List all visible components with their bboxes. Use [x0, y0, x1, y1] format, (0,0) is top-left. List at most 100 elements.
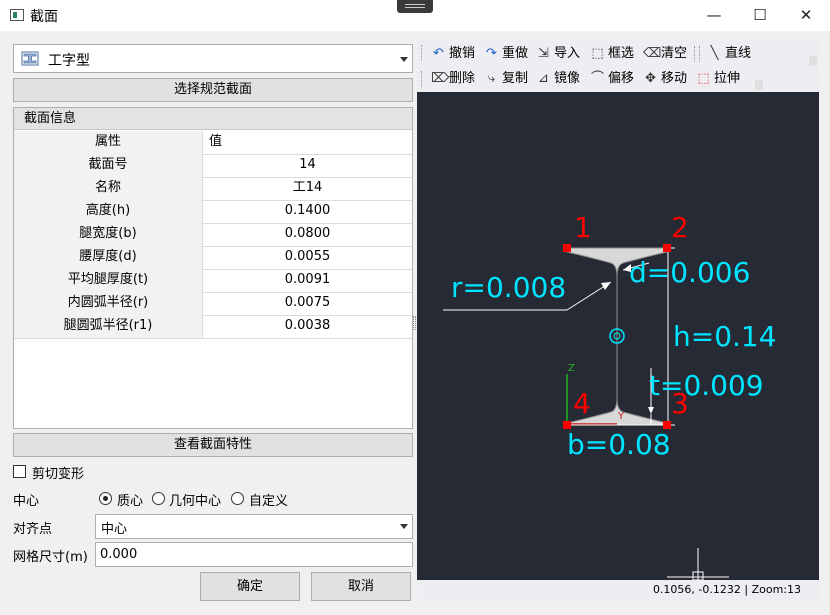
close-button[interactable]: ✕: [783, 0, 829, 31]
toolbar-grip: [421, 71, 423, 87]
minimize-button[interactable]: —: [691, 0, 737, 31]
row-label: 高度(h): [14, 200, 203, 223]
align-point-value: 中心: [101, 522, 128, 537]
column-header-value: 值: [209, 134, 223, 149]
corner-label-2: 2: [671, 211, 689, 244]
radio-custom[interactable]: [231, 492, 244, 505]
drag-grip[interactable]: [397, 0, 433, 13]
chevron-down-icon: [400, 57, 408, 62]
mirror-button[interactable]: ⊿ 镜像: [536, 69, 580, 89]
shear-deformation-checkbox[interactable]: [13, 465, 26, 478]
title-bar: 截面 — ☐ ✕: [0, 0, 830, 31]
corner-label-1: 1: [574, 211, 592, 244]
move-button[interactable]: ✥ 移动: [643, 69, 687, 89]
row-value: 14: [299, 157, 316, 172]
row-label: 腿圆弧半径(r1): [14, 315, 203, 338]
radio-centroid-label: 质心: [117, 494, 144, 509]
dim-r: r=0.008: [451, 271, 566, 304]
cancel-button[interactable]: 取消: [311, 572, 411, 601]
offset-button[interactable]: ⌒ 偏移: [590, 69, 634, 89]
section-info-panel: 截面信息 属性 值 截面号 14 名称 工14 高度(h) 0.1400 腿宽度…: [13, 107, 413, 429]
delete-button[interactable]: ⌦删除: [431, 69, 475, 89]
section-info-title: 截面信息: [14, 108, 412, 130]
clear-icon: ⌫: [643, 46, 662, 61]
line-button[interactable]: ╲ 直线: [707, 44, 751, 64]
corner-handle-2[interactable]: [663, 244, 671, 252]
row-label: 内圆弧半径(r): [14, 292, 203, 315]
mesh-size-input[interactable]: [95, 542, 413, 567]
move-label: 移动: [661, 71, 688, 86]
corner-label-4: 4: [573, 387, 591, 420]
table-row[interactable]: 内圆弧半径(r) 0.0075: [14, 292, 412, 316]
row-value: 0.0800: [284, 226, 331, 241]
dim-b: b=0.08: [567, 428, 671, 461]
import-button[interactable]: ⇲ 导入: [536, 44, 580, 64]
radio-centroid[interactable]: [99, 492, 112, 505]
radio-custom-label: 自定义: [249, 494, 289, 509]
radio-geometric-center-label: 几何中心: [169, 494, 222, 509]
copy-icon: ⤷: [487, 71, 496, 86]
corner-handle-3[interactable]: [663, 421, 671, 429]
table-row[interactable]: 平均腿厚度(t) 0.0091: [14, 269, 412, 293]
section-type-value: 工字型: [48, 53, 90, 69]
box-select-icon: ⬚: [591, 46, 604, 61]
clear-label: 清空: [661, 46, 688, 61]
cursor-coordinates: 0.1056, -0.1232 | Zoom:13: [652, 583, 801, 596]
row-label: 腰厚度(d): [14, 246, 203, 269]
chevron-down-icon: [400, 524, 408, 529]
table-row[interactable]: 腿圆弧半径(r1) 0.0038: [14, 315, 412, 339]
undo-label: 撤销: [449, 46, 476, 61]
table-row[interactable]: 名称 工14: [14, 177, 412, 201]
row-value: 0.0055: [284, 249, 331, 264]
maximize-button[interactable]: ☐: [737, 0, 783, 31]
row-value: 0.0038: [284, 318, 331, 333]
ok-button[interactable]: 确定: [200, 572, 300, 601]
corner-handle-1[interactable]: [563, 244, 571, 252]
move-icon: ✥: [645, 71, 656, 86]
table-row[interactable]: 高度(h) 0.1400: [14, 200, 412, 224]
dim-t: t=0.009: [649, 369, 764, 402]
row-value: 0.0091: [284, 272, 331, 287]
box-select-label: 框选: [608, 46, 635, 61]
panel-splitter[interactable]: [413, 316, 416, 330]
y-axis-label: Y: [617, 411, 625, 422]
stretch-button[interactable]: ⬚ 拉伸: [696, 69, 740, 89]
align-point-dropdown[interactable]: 中心: [95, 514, 413, 539]
clear-button[interactable]: ⌫清空: [643, 44, 687, 64]
table-row[interactable]: 腿宽度(b) 0.0800: [14, 223, 412, 247]
section-drawing: Z Y r=0.008 d=0.006 h=0.14 t=0.009 b=0.0…: [443, 211, 777, 580]
cursor-crosshair: [667, 548, 729, 580]
redo-button[interactable]: ↷ 重做: [484, 44, 528, 64]
copy-button[interactable]: ⤷ 复制: [484, 69, 528, 89]
corner-label-3: 3: [671, 387, 689, 420]
box-select-button[interactable]: ⬚ 框选: [590, 44, 634, 64]
offset-label: 偏移: [608, 71, 635, 86]
radio-geometric-center[interactable]: [152, 492, 165, 505]
drawing-toolbar: ↶ 撤销 ↷ 重做 ⇲ 导入 ⬚ 框选 ⌫清空 ╲ 直线 ⌦删除 ⤷ 复制 ⊿ 镜像 ⌒ 偏移 …: [417, 40, 819, 92]
undo-icon: ↶: [433, 46, 444, 61]
corner-handle-4[interactable]: [563, 421, 571, 429]
mirror-icon: ⊿: [538, 71, 549, 86]
section-type-dropdown[interactable]: 工字型: [13, 44, 413, 73]
redo-icon: ↷: [486, 46, 497, 61]
select-standard-section-button[interactable]: 选择规范截面: [13, 78, 413, 102]
align-point-label: 对齐点: [13, 522, 53, 537]
toolbar-overflow-button[interactable]: [755, 80, 763, 90]
row-label: 名称: [14, 177, 203, 200]
row-value: 工14: [292, 180, 323, 195]
delete-label: 删除: [449, 71, 476, 86]
undo-button[interactable]: ↶ 撤销: [431, 44, 475, 64]
line-label: 直线: [725, 46, 752, 61]
table-row[interactable]: 截面号 14: [14, 154, 412, 178]
drawing-canvas[interactable]: Z Y r=0.008 d=0.006 h=0.14 t=0.009 b=0.0…: [417, 92, 819, 580]
table-row[interactable]: 腰厚度(d) 0.0055: [14, 246, 412, 270]
view-section-properties-button[interactable]: 查看截面特性: [13, 433, 413, 457]
mirror-label: 镜像: [554, 71, 581, 86]
import-label: 导入: [554, 46, 581, 61]
row-label: 腿宽度(b): [14, 223, 203, 246]
line-icon: ╲: [710, 46, 719, 61]
status-bar: 0.1056, -0.1232 | Zoom:13: [417, 580, 819, 601]
i-beam-icon: [21, 51, 39, 66]
toolbar-overflow-button[interactable]: [809, 56, 817, 66]
offset-icon: ⌒: [590, 71, 604, 86]
